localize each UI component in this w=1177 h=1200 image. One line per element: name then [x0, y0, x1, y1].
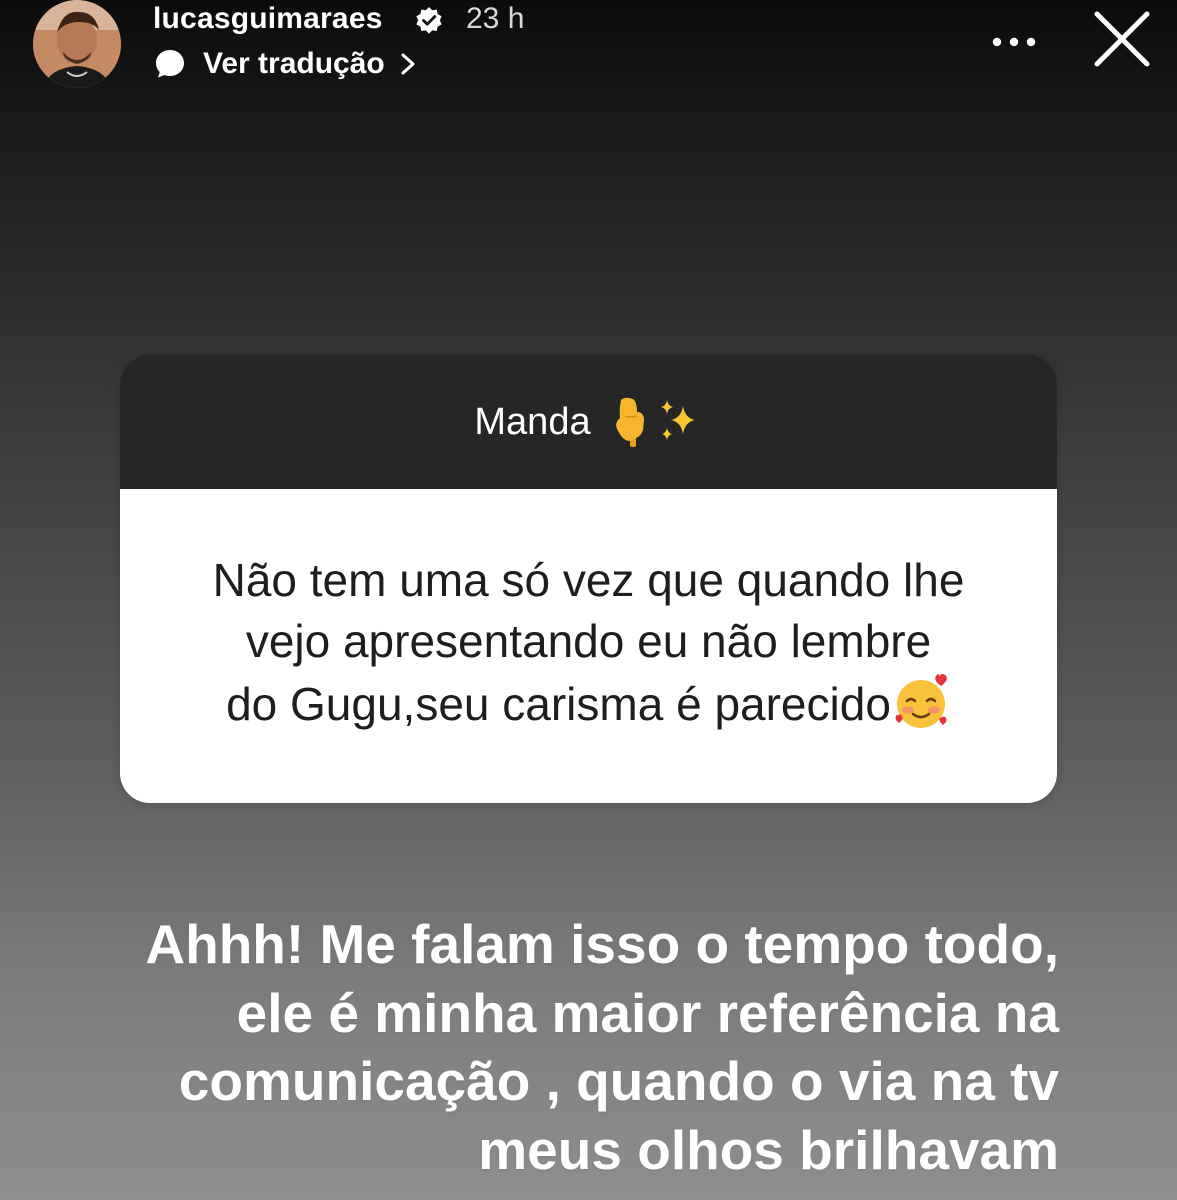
question-line: Não tem uma só vez que quando lhe — [212, 553, 965, 606]
sparkles-emoji — [660, 400, 695, 440]
question-sticker-header: Manda — [120, 355, 1057, 489]
verified-badge-icon — [416, 7, 442, 34]
title-emojis — [611, 396, 703, 448]
avatar-photo-icon — [33, 0, 121, 88]
chevron-right-icon — [401, 53, 415, 75]
avatar[interactable] — [33, 0, 121, 88]
answer-line: comunicação , quando o via na tv — [178, 1050, 1059, 1112]
question-line: vejo apresentando eu não lembre — [245, 614, 932, 667]
answer-line: Ahhh! Me falam isso o tempo todo, — [145, 913, 1059, 975]
question-line: do Gugu,seu carisma é parecido — [226, 677, 891, 730]
question-sticker-body: Não tem uma só vez que quando lhe vejo a… — [120, 489, 1057, 803]
answer-text: Ahhh! Me falam isso o tempo todo, ele é … — [145, 910, 1059, 1184]
close-icon[interactable] — [1088, 10, 1156, 74]
post-time: 23 h — [466, 2, 525, 35]
answer-line: meus olhos brilhavam — [478, 1118, 1059, 1181]
story-header: lucasguimaraes 23 h Ver tradução — [0, 0, 1177, 110]
more-options-icon[interactable] — [985, 22, 1045, 62]
see-translation-label: Ver tradução — [203, 47, 385, 80]
smiling-face-with-hearts-emoji — [895, 673, 947, 728]
question-line-last: do Gugu,seu carisma é parecido — [213, 672, 965, 735]
question-sticker-title: Manda — [474, 401, 591, 443]
see-translation-button[interactable]: Ver tradução — [153, 44, 419, 84]
username[interactable]: lucasguimaraes — [153, 0, 383, 38]
question-sticker[interactable]: Manda Não tem uma só vez que quando lhe … — [120, 355, 1057, 803]
question-text: Não tem uma só vez que quando lhe vejo a… — [213, 550, 965, 735]
speech-bubble-icon — [156, 50, 184, 78]
pointing-down-emoji — [615, 397, 644, 447]
answer-line: ele é minha maior referência na — [236, 981, 1059, 1044]
